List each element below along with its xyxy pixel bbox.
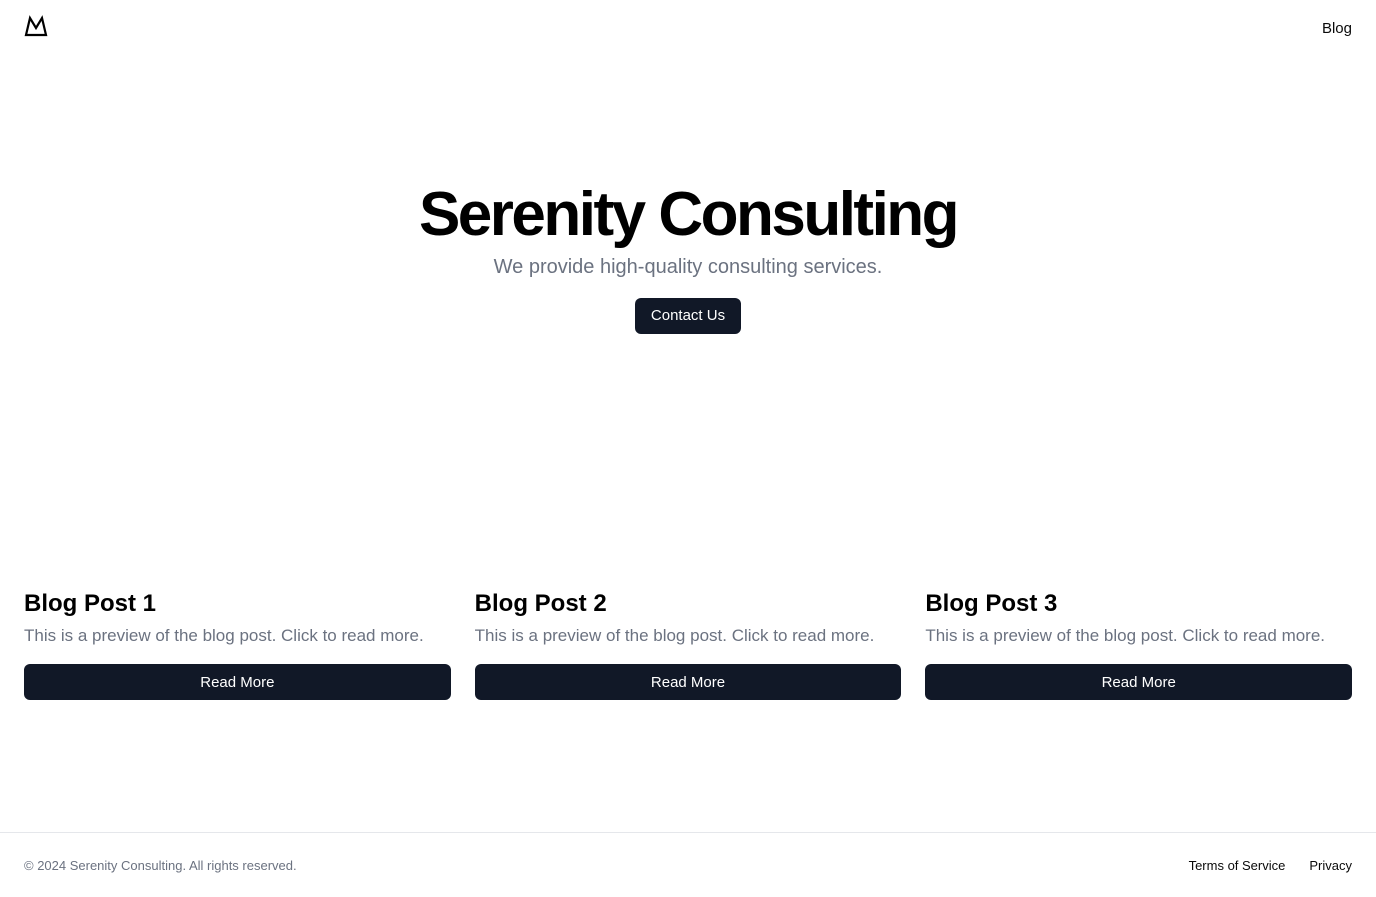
post-preview: This is a preview of the blog post. Clic… xyxy=(24,626,424,645)
hero-subtitle: We provide high-quality consulting servi… xyxy=(493,256,883,278)
page: Blog Serenity Consulting We provide high… xyxy=(0,0,1376,897)
logo-link[interactable] xyxy=(24,14,48,42)
site-footer: © 2024 Serenity Consulting. All rights r… xyxy=(0,832,1376,897)
blog-posts: Blog Post 1 This is a preview of the blo… xyxy=(24,588,1353,700)
blog-post-card: Blog Post 3 This is a preview of the blo… xyxy=(925,588,1353,700)
post-title: Blog Post 3 xyxy=(925,590,1058,617)
footer-link-terms[interactable]: Terms of Service xyxy=(1189,858,1286,873)
blog-post-card: Blog Post 1 This is a preview of the blo… xyxy=(24,588,451,700)
copyright-text: © 2024 Serenity Consulting. All rights r… xyxy=(24,857,297,873)
post-preview: This is a preview of the blog post. Clic… xyxy=(925,626,1326,645)
site-header: Blog xyxy=(0,0,1376,56)
contact-us-button[interactable]: Contact Us xyxy=(634,298,742,334)
footer-link-privacy[interactable]: Privacy xyxy=(1309,858,1352,873)
read-more-button[interactable]: Read More xyxy=(925,664,1353,700)
read-more-button[interactable]: Read More xyxy=(24,664,451,700)
post-title: Blog Post 1 xyxy=(24,590,157,617)
hero-section: Serenity Consulting We provide high-qual… xyxy=(0,178,1376,334)
blog-post-card: Blog Post 2 This is a preview of the blo… xyxy=(474,588,902,700)
mountain-icon xyxy=(24,14,48,42)
post-preview: This is a preview of the blog post. Clic… xyxy=(474,626,875,645)
footer-links: Terms of Service Privacy xyxy=(1189,858,1352,873)
nav-link-blog[interactable]: Blog xyxy=(1322,20,1352,37)
post-title: Blog Post 2 xyxy=(474,590,607,617)
read-more-button[interactable]: Read More xyxy=(474,664,902,700)
hero-title: Serenity Consulting xyxy=(418,180,960,249)
